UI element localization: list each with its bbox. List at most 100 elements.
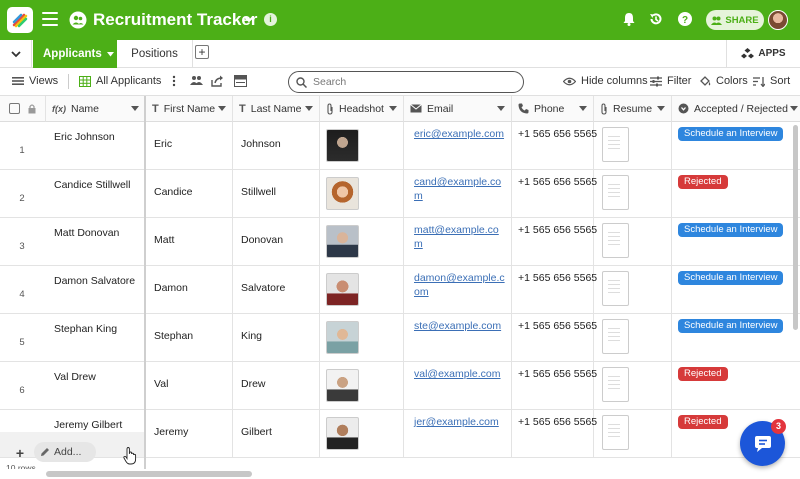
cell-first-name[interactable]: Matt	[146, 218, 233, 266]
cell-name[interactable]: Candice Stillwell	[54, 179, 130, 191]
tab-positions[interactable]: Positions	[117, 40, 193, 67]
cell-email[interactable]: damon@example.com	[404, 266, 512, 314]
column-header-first-name[interactable]: T First Name	[146, 96, 233, 122]
frozen-column-divider[interactable]	[144, 96, 146, 479]
cell-phone[interactable]: +1 565 656 5565	[512, 122, 597, 170]
email-link[interactable]: val@example.com	[414, 367, 506, 381]
share-button[interactable]: SHARE	[706, 10, 764, 30]
cell-last-name[interactable]: Johnson	[233, 122, 320, 170]
document-icon[interactable]	[602, 367, 629, 402]
app-logo[interactable]	[7, 7, 33, 33]
cell-headshot[interactable]	[320, 218, 404, 266]
cell-headshot[interactable]	[320, 410, 404, 458]
colors-button[interactable]: Colors	[699, 75, 748, 87]
headshot-thumbnail[interactable]	[326, 273, 359, 306]
cell-phone[interactable]: +1 565 656 5565	[512, 410, 597, 458]
cell-email[interactable]: jer@example.com	[404, 410, 512, 458]
view-selector[interactable]: All Applicants	[79, 75, 161, 87]
cell-name[interactable]: Val Drew	[54, 371, 96, 383]
views-button[interactable]: Views	[12, 75, 58, 87]
search-box[interactable]	[288, 71, 524, 93]
document-icon[interactable]	[602, 415, 629, 450]
add-row-button[interactable]: Add...	[34, 442, 96, 462]
add-row-plus-button[interactable]: +	[10, 444, 30, 462]
headshot-thumbnail[interactable]	[326, 225, 359, 258]
add-tab-button[interactable]: +	[195, 45, 209, 59]
cell-headshot[interactable]	[320, 362, 404, 410]
cell-last-name[interactable]: Gilbert	[233, 410, 320, 458]
cell-last-name[interactable]: Stillwell	[233, 170, 320, 218]
cell-first-name[interactable]: Jeremy	[146, 410, 233, 458]
cell-headshot[interactable]	[320, 122, 404, 170]
column-header-headshot[interactable]: Headshot	[320, 96, 404, 122]
document-icon[interactable]	[602, 271, 629, 306]
column-menu-icon[interactable]	[579, 106, 587, 111]
cell-first-name[interactable]: Stephan	[146, 314, 233, 362]
cell-first-name[interactable]: Candice	[146, 170, 233, 218]
select-all-checkbox[interactable]	[9, 103, 20, 114]
cell-email[interactable]: ste@example.com	[404, 314, 512, 362]
document-icon[interactable]	[602, 223, 629, 258]
table-row[interactable]: 1 Eric Johnson Eric Johnson eric@example.com…	[0, 122, 800, 170]
document-icon[interactable]	[602, 175, 629, 210]
column-menu-icon[interactable]	[790, 106, 798, 111]
email-link[interactable]: cand@example.com	[414, 175, 506, 203]
search-input[interactable]	[313, 76, 513, 88]
cell-phone[interactable]: +1 565 656 5565	[512, 218, 597, 266]
headshot-thumbnail[interactable]	[326, 417, 359, 450]
cell-resume[interactable]	[594, 122, 672, 170]
cell-status[interactable]: Schedule an Interview	[672, 266, 800, 314]
hide-columns-button[interactable]: Hide columns	[563, 75, 648, 87]
more-options-icon[interactable]	[172, 75, 176, 87]
tab-applicants[interactable]: Applicants	[33, 40, 117, 68]
cell-first-name[interactable]: Val	[146, 362, 233, 410]
column-header-phone[interactable]: Phone	[512, 96, 594, 122]
column-header-resume[interactable]: Resume	[594, 96, 672, 122]
row-height-icon[interactable]	[234, 75, 247, 87]
cell-status[interactable]: Schedule an Interview	[672, 218, 800, 266]
column-menu-icon[interactable]	[218, 106, 226, 111]
cell-email[interactable]: eric@example.com	[404, 122, 512, 170]
cell-status[interactable]: Schedule an Interview	[672, 314, 800, 362]
email-link[interactable]: matt@example.com	[414, 223, 506, 251]
column-header-status[interactable]: Accepted / Rejected	[672, 96, 800, 122]
email-link[interactable]: eric@example.com	[414, 127, 506, 141]
cell-status[interactable]: Rejected	[672, 362, 800, 410]
cell-first-name[interactable]: Damon	[146, 266, 233, 314]
cell-email[interactable]: cand@example.com	[404, 170, 512, 218]
column-menu-icon[interactable]	[657, 106, 665, 111]
document-icon[interactable]	[602, 319, 629, 354]
document-icon[interactable]	[602, 127, 629, 162]
cell-status[interactable]: Schedule an Interview	[672, 122, 800, 170]
cell-resume[interactable]	[594, 170, 672, 218]
history-icon[interactable]	[648, 11, 664, 27]
table-row[interactable]: 2 Candice Stillwell Candice Stillwell cand@e…	[0, 170, 800, 218]
cell-first-name[interactable]: Eric	[146, 122, 233, 170]
collapse-toggle[interactable]	[0, 40, 32, 67]
cell-phone[interactable]: +1 565 656 5565	[512, 170, 597, 218]
headshot-thumbnail[interactable]	[326, 177, 359, 210]
table-row[interactable]: 4 Damon Salvatore Damon Salvatore damon@exam…	[0, 266, 800, 314]
bell-icon[interactable]	[621, 11, 637, 27]
menu-icon[interactable]	[42, 12, 58, 26]
headshot-thumbnail[interactable]	[326, 321, 359, 354]
cell-phone[interactable]: +1 565 656 5565	[512, 314, 597, 362]
cell-phone[interactable]: +1 565 656 5565	[512, 362, 597, 410]
cell-name[interactable]: Damon Salvatore	[54, 275, 135, 287]
cell-phone[interactable]: +1 565 656 5565	[512, 266, 597, 314]
cell-email[interactable]: matt@example.com	[404, 218, 512, 266]
horizontal-scrollbar-thumb[interactable]	[46, 471, 252, 477]
email-link[interactable]: ste@example.com	[414, 319, 506, 333]
cell-resume[interactable]	[594, 218, 672, 266]
help-icon[interactable]: ?	[677, 11, 693, 27]
cell-email[interactable]: val@example.com	[404, 362, 512, 410]
column-header-last-name[interactable]: T Last Name	[233, 96, 320, 122]
info-icon[interactable]: i	[264, 13, 277, 26]
table-row[interactable]: 3 Matt Donovan Matt Donovan matt@example.com…	[0, 218, 800, 266]
column-header-email[interactable]: Email	[404, 96, 512, 122]
email-link[interactable]: jer@example.com	[414, 415, 506, 429]
column-menu-icon[interactable]	[497, 106, 505, 111]
cell-resume[interactable]	[594, 362, 672, 410]
column-menu-icon[interactable]	[131, 106, 139, 111]
email-link[interactable]: damon@example.com	[414, 271, 506, 299]
